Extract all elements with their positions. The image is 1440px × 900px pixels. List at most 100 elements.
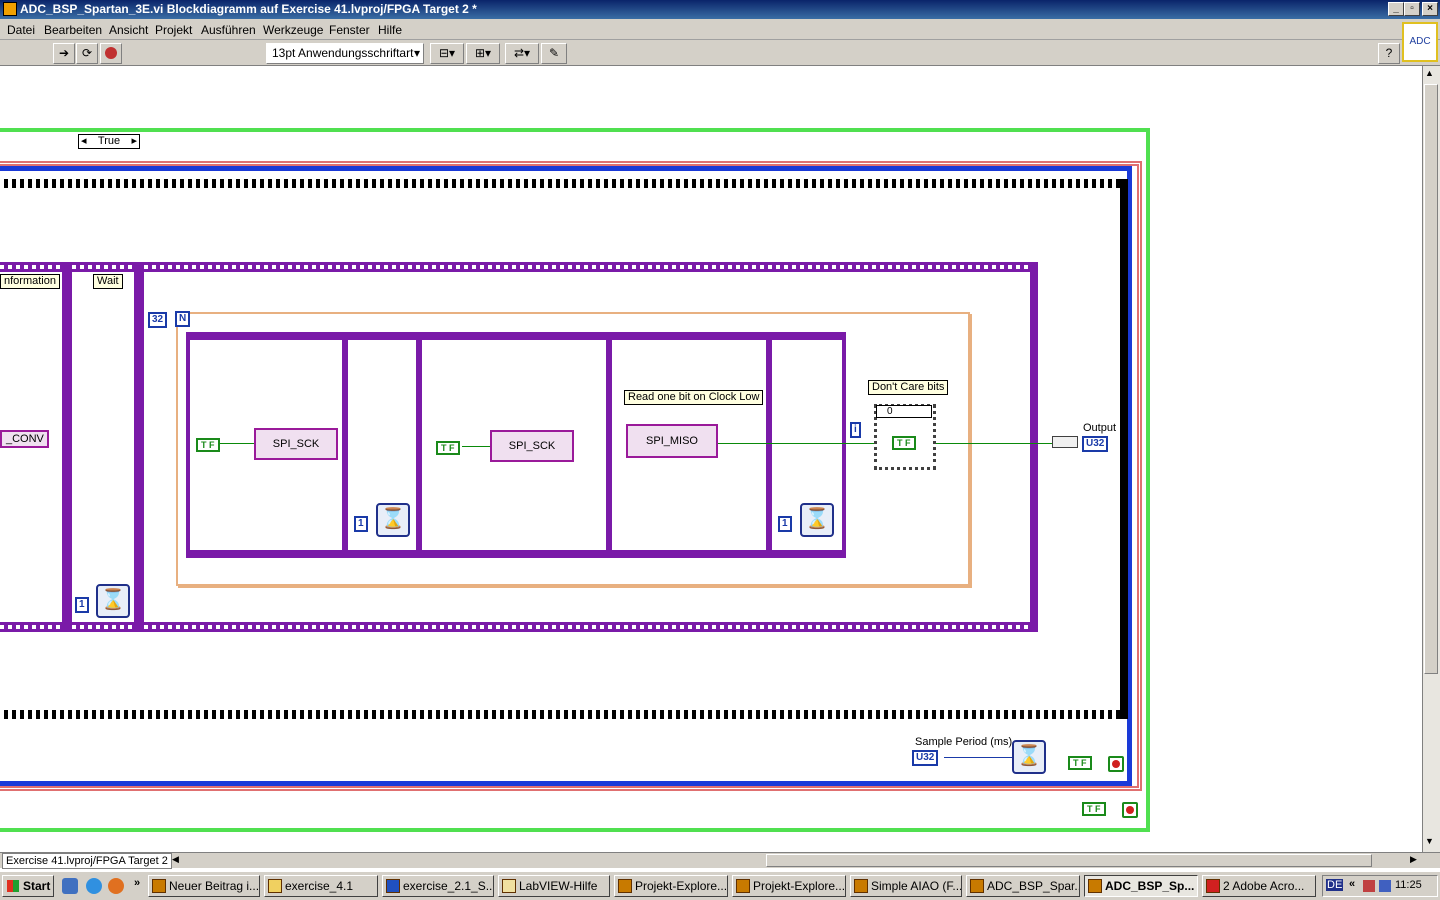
vertical-scroll-thumb[interactable] [1424,84,1438,674]
loop-stop-icon[interactable] [1122,802,1138,818]
sample-period-control[interactable]: U32 [912,750,939,766]
word-icon [386,879,400,893]
menu-ansicht[interactable]: Ansicht [109,23,148,37]
labview-icon [970,879,984,893]
title-bar: ADC_BSP_Spartan_3E.vi Blockdiagramm auf … [0,0,1440,19]
wait-timer-icon[interactable]: ⌛ [96,584,130,618]
help-button[interactable]: ? [1378,43,1400,64]
task-label: exercise_4.1 [285,879,354,893]
labview-icon [1088,879,1102,893]
dont-care-label: Don't Care bits [868,380,949,395]
restore-button[interactable]: ▫ [1404,2,1420,16]
task-button-8[interactable]: ADC_BSP_Spar... [966,875,1080,897]
bool-false-constant-2[interactable]: T F [1068,756,1092,770]
build-array-icon[interactable] [1052,436,1078,448]
distribute-objects-icon[interactable]: ⊞▾ [466,43,500,64]
wait-timer-icon-4[interactable]: ⌛ [1012,740,1046,774]
align-objects-icon[interactable]: ⊟▾ [430,43,464,64]
menu-fenster[interactable]: Fenster [329,23,370,37]
decrement-arrow-icon[interactable]: ◂ [81,135,87,148]
menu-bearbeiten[interactable]: Bearbeiten [44,23,102,37]
task-button-1[interactable]: Neuer Beitrag i... [148,875,260,897]
cleanup-diagram-icon[interactable]: ✎ [541,43,567,64]
wait-constant-2[interactable]: 1 [354,516,368,532]
horizontal-scroll-thumb[interactable] [766,854,1372,867]
start-button[interactable]: Start [2,875,54,897]
abort-icon[interactable] [100,43,122,64]
tray-icon-1[interactable] [1363,880,1375,892]
frame-divider-1 [62,262,72,632]
bool-true-case-constant[interactable]: T F [892,436,916,450]
wait-timer-icon-3[interactable]: ⌛ [800,503,834,537]
loop-count-constant[interactable]: 32 [148,312,168,328]
sequence-top-film [0,179,1128,188]
spi-sck-node-1[interactable]: SPI_SCK [254,428,338,460]
wait-constant-3[interactable]: 1 [778,516,792,532]
expand-tray-icon[interactable]: « [1349,878,1355,890]
inner-sequence-right [1030,262,1038,632]
spi-sck-node-2[interactable]: SPI_SCK [490,430,574,462]
vi-icon[interactable]: ADC [1402,22,1438,62]
labview-icon [618,879,632,893]
task-button-10[interactable]: 2 Adobe Acro... [1202,875,1316,897]
task-button-6[interactable]: Projekt-Explore... [732,875,846,897]
project-context: Exercise 41.lvproj/FPGA Target 2 [2,853,172,869]
wire [944,757,1012,758]
menu-hilfe[interactable]: Hilfe [378,23,402,37]
dont-care-selector[interactable]: 0 [876,405,932,418]
task-button-3[interactable]: exercise_2.1_S... [382,875,494,897]
toolbar: ➔ ⟳ 13pt Anwendungsschriftart ▾ ⊟▾ ⊞▾ ⇄▾ … [0,40,1440,66]
menu-datei[interactable]: Datei [7,23,35,37]
scroll-left-icon[interactable]: ◀ [172,854,179,865]
run-arrow-icon[interactable]: ➔ [53,43,75,64]
scroll-down-icon[interactable]: ▼ [1425,836,1434,846]
increment-arrow-icon[interactable]: ▸ [131,135,137,148]
language-indicator[interactable]: DE [1326,879,1344,891]
stop-condition-icon[interactable] [1108,756,1124,772]
reorder-icon[interactable]: ⇄▾ [505,43,539,64]
labview-icon [854,879,868,893]
task-label: Simple AIAO (F... [871,879,962,893]
wire [462,446,490,447]
wait-timer-icon-2[interactable]: ⌛ [376,503,410,537]
minimize-button[interactable]: _ [1388,2,1404,16]
menu-werkzeuge[interactable]: Werkzeuge [263,23,323,37]
bool-false-constant-3[interactable]: T F [1082,802,1106,816]
vertical-scrollbar[interactable]: ▲ ▼ [1422,66,1440,852]
ie-icon[interactable] [86,878,102,894]
block-diagram[interactable]: ◂ True ▸ nformation Wait _CONV 1 ⌛ 32 N i … [0,66,1422,852]
case-selector-value: True [97,135,121,147]
acrobat-icon [1206,879,1220,893]
output-indicator[interactable]: U32 [1082,436,1109,452]
spi-divider-2 [416,332,422,558]
task-label: exercise_2.1_S... [403,879,494,893]
task-button-4[interactable]: LabVIEW-Hilfe [498,875,610,897]
start-label: Start [23,879,51,893]
wait-label: Wait [93,274,123,289]
menu-bar: Datei Bearbeiten Ansicht Projekt Ausführ… [0,19,1440,40]
task-button-7[interactable]: Simple AIAO (F... [850,875,962,897]
wire [220,443,254,444]
menu-projekt[interactable]: Projekt [155,23,192,37]
task-button-2[interactable]: exercise_4.1 [264,875,378,897]
scroll-up-icon[interactable]: ▲ [1425,68,1434,78]
bool-false-constant-1[interactable]: T F [436,441,460,455]
scroll-right-icon[interactable]: ▶ [1410,854,1417,865]
wait-constant-1[interactable]: 1 [75,597,89,613]
more-icon[interactable]: » [134,877,140,889]
tray-icon-2[interactable] [1379,880,1391,892]
output-label: Output [1083,422,1117,434]
task-button-5[interactable]: Projekt-Explore... [614,875,728,897]
firefox-icon[interactable] [108,878,124,894]
menu-ausfuehren[interactable]: Ausführen [201,23,256,37]
close-button[interactable]: × [1422,2,1438,16]
font-select[interactable]: 13pt Anwendungsschriftart ▾ [266,43,424,64]
task-button-9[interactable]: ADC_BSP_Sp... [1084,875,1198,897]
conv-io-node[interactable]: _CONV [0,430,49,448]
help-icon [502,879,516,893]
desktop-icon[interactable] [62,878,78,894]
case-selector[interactable]: ◂ True ▸ [78,134,140,149]
spi-miso-node[interactable]: SPI_MISO [626,424,718,458]
bool-true-constant-1[interactable]: T F [196,438,220,452]
run-continuously-icon[interactable]: ⟳ [76,43,98,64]
